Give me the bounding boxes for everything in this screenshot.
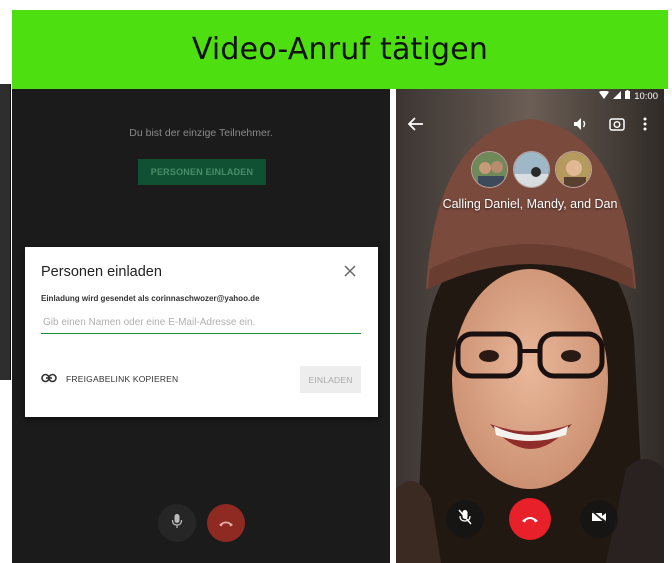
more-options-icon[interactable] bbox=[642, 116, 648, 137]
hang-up-icon bbox=[218, 514, 234, 532]
partial-window-edge bbox=[10, 84, 11, 380]
dialog-sender-info: Einladung wird gesendet als corinnaschwo… bbox=[41, 294, 260, 303]
avatar bbox=[471, 151, 508, 188]
back-arrow-icon[interactable] bbox=[407, 117, 424, 136]
hang-up-icon bbox=[521, 510, 539, 528]
status-time: 10:00 bbox=[634, 90, 658, 102]
video-off-icon bbox=[591, 509, 607, 529]
avatar bbox=[555, 151, 592, 188]
header-banner: Video-Anruf tätigen bbox=[12, 10, 668, 89]
dialog-title: Personen einladen bbox=[41, 264, 162, 280]
wifi-icon bbox=[599, 90, 610, 102]
mic-off-icon bbox=[458, 509, 472, 530]
avatar bbox=[513, 151, 550, 188]
hang-up-button[interactable] bbox=[509, 498, 551, 540]
calling-status-text: Calling Daniel, Mandy, and Dan bbox=[442, 197, 618, 211]
phone-call-screen: 10:00 Calling Daniel, Mandy, and Dan bbox=[396, 89, 664, 563]
speaker-icon[interactable] bbox=[573, 117, 589, 136]
microphone-button[interactable] bbox=[158, 504, 196, 542]
microphone-icon bbox=[171, 513, 183, 534]
invite-people-button[interactable]: PERSONEN EINLADEN bbox=[138, 159, 266, 185]
participant-avatars bbox=[471, 151, 592, 188]
invite-dialog: Personen einladen Einladung wird gesende… bbox=[25, 247, 378, 417]
status-bar: 10:00 bbox=[599, 89, 658, 103]
copy-link-label: FREIGABELINK KOPIEREN bbox=[66, 374, 179, 384]
end-call-button[interactable] bbox=[207, 504, 245, 542]
partial-window bbox=[0, 84, 10, 380]
signal-icon bbox=[613, 90, 622, 102]
meeting-screen: Du bist der einzige Teilnehmer. PERSONEN… bbox=[12, 89, 390, 563]
camera-off-button[interactable] bbox=[580, 500, 618, 538]
close-icon[interactable] bbox=[342, 263, 358, 279]
copy-share-link-button[interactable]: FREIGABELINK KOPIEREN bbox=[41, 370, 178, 388]
send-invite-button[interactable]: EINLADEN bbox=[300, 366, 361, 393]
call-toolbar bbox=[396, 111, 664, 139]
switch-camera-icon[interactable] bbox=[608, 116, 626, 137]
link-icon bbox=[41, 370, 57, 388]
battery-icon bbox=[625, 90, 631, 102]
invite-name-or-email-input[interactable] bbox=[41, 312, 361, 334]
banner-title: Video-Anruf tätigen bbox=[191, 32, 489, 67]
mute-button[interactable] bbox=[446, 500, 484, 538]
meeting-status-text: Du bist der einzige Teilnehmer. bbox=[129, 127, 273, 139]
